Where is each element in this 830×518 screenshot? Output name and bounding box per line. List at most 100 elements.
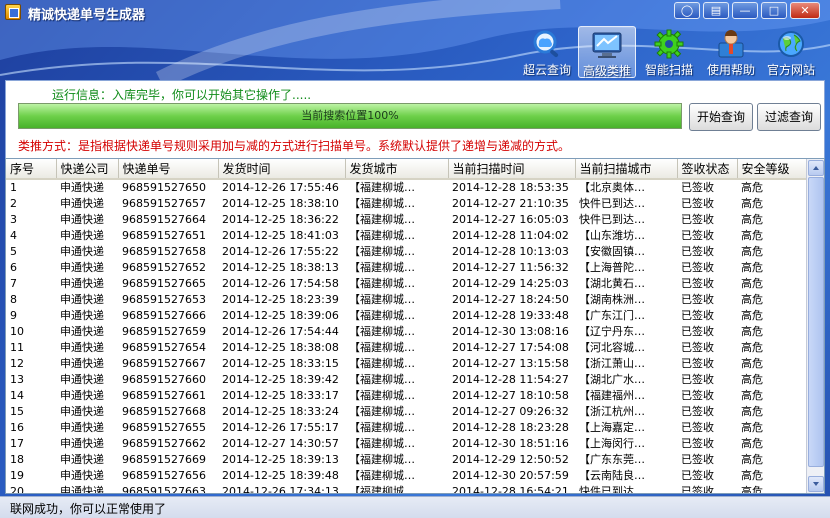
cloud-search-icon — [533, 30, 559, 58]
table-cell: 【福建柳城… — [349, 373, 415, 386]
table-cell: 申通快递 — [60, 437, 104, 450]
table-row[interactable]: 16 申通快递 968591527655 2014-12-26 17:55:17 【福建… — [6, 420, 806, 436]
table-cell: 2014-12-28 11:54:27 — [452, 373, 569, 386]
table-cell: 968591527665 — [122, 277, 206, 290]
table-cell: 2014-12-30 20:57:59 — [452, 469, 569, 482]
table-cell: 14 — [10, 389, 24, 402]
table-row[interactable]: 12 申通快递 968591527667 2014-12-25 18:33:15 【福建… — [6, 356, 806, 372]
toolbar-help[interactable]: 使用帮助 — [702, 26, 760, 78]
table-row[interactable]: 10 申通快递 968591527659 2014-12-26 17:54:44 【福建… — [6, 324, 806, 340]
column-header[interactable]: 安全等级 — [737, 159, 807, 180]
table-row[interactable]: 2 申通快递 968591527657 2014-12-25 18:38:10 【福建柳… — [6, 196, 806, 212]
table-cell: 2014-12-27 11:56:32 — [452, 261, 569, 274]
table-cell: 申通快递 — [60, 341, 104, 354]
table-row[interactable]: 20 申通快递 968591527663 2014-12-26 17:34:13 【福建… — [6, 484, 806, 494]
table-cell: 申通快递 — [60, 229, 104, 242]
table-cell: 申通快递 — [60, 277, 104, 290]
table-cell: 【福建柳城… — [349, 309, 415, 322]
table-row[interactable]: 4 申通快递 968591527651 2014-12-25 18:41:03 【福建柳… — [6, 228, 806, 244]
column-header[interactable]: 快递单号 — [118, 159, 219, 180]
table-cell: 968591527650 — [122, 181, 206, 194]
table-cell: 申通快递 — [60, 389, 104, 402]
table-row[interactable]: 3 申通快递 968591527664 2014-12-25 18:36:22 【福建柳… — [6, 212, 806, 228]
table-cell: 【福建柳城… — [349, 469, 415, 482]
vertical-scrollbar[interactable] — [806, 159, 824, 493]
table-cell: 968591527659 — [122, 325, 206, 338]
column-header[interactable]: 序号 — [6, 159, 57, 180]
column-header[interactable]: 当前扫描城市 — [575, 159, 678, 180]
table-cell: 【北京奥体… — [579, 181, 645, 194]
table-cell: 8 — [10, 293, 17, 306]
table-cell: 申通快递 — [60, 325, 104, 338]
toolbar-smart-scan[interactable]: 智能扫描 — [640, 26, 698, 78]
table-row[interactable]: 6 申通快递 968591527652 2014-12-25 18:38:13 【福建柳… — [6, 260, 806, 276]
toolbar-cloud-search[interactable]: 超云查询 — [518, 26, 576, 78]
table-cell: 4 — [10, 229, 17, 242]
close-button[interactable]: ✕ — [790, 2, 820, 19]
table-row[interactable]: 7 申通快递 968591527665 2014-12-26 17:54:58 【福建柳… — [6, 276, 806, 292]
table-cell: 高危 — [741, 485, 763, 494]
scroll-down-button[interactable] — [808, 476, 824, 492]
table-cell: 已签收 — [681, 437, 714, 450]
table-cell: 高危 — [741, 325, 763, 338]
table-cell: 已签收 — [681, 469, 714, 482]
table-cell: 已签收 — [681, 277, 714, 290]
scrollbar-thumb[interactable] — [808, 177, 824, 467]
table-row[interactable]: 1 申通快递 968591527650 2014-12-26 17:55:46 【福建柳… — [6, 179, 806, 196]
table-cell: 2014-12-27 09:26:32 — [452, 405, 569, 418]
maximize-button[interactable]: □ — [761, 2, 787, 19]
table-cell: 968591527663 — [122, 485, 206, 494]
column-header[interactable]: 当前扫描时间 — [448, 159, 576, 180]
table-row[interactable]: 11 申通快递 968591527654 2014-12-25 18:38:08 【福建… — [6, 340, 806, 356]
table-cell: 已签收 — [681, 421, 714, 434]
start-query-button[interactable]: 开始查询 — [689, 103, 753, 131]
toolbar-label: 超云查询 — [522, 63, 571, 77]
filter-query-button[interactable]: 过滤查询 — [757, 103, 821, 131]
table-cell: 高危 — [741, 405, 763, 418]
progress-text: 当前搜索位置100% — [301, 109, 399, 122]
column-header[interactable]: 发货时间 — [218, 159, 346, 180]
column-header[interactable]: 发货城市 — [345, 159, 449, 180]
table-cell: 高危 — [741, 261, 763, 274]
table-row[interactable]: 14 申通快递 968591527661 2014-12-25 18:33:17 【福建… — [6, 388, 806, 404]
menu-button[interactable]: ▤ — [703, 2, 729, 19]
column-header[interactable]: 快递公司 — [56, 159, 119, 180]
table-row[interactable]: 8 申通快递 968591527653 2014-12-25 18:23:39 【福建柳… — [6, 292, 806, 308]
table-cell: 2014-12-27 18:24:50 — [452, 293, 569, 306]
table-cell: 968591527656 — [122, 469, 206, 482]
toolbar-label: 高级类推 — [582, 64, 631, 78]
table-row[interactable]: 17 申通快递 968591527662 2014-12-27 14:30:57 【福建… — [6, 436, 806, 452]
status-bar: 联网成功，你可以正常使用了 — [0, 496, 830, 518]
minimize-button[interactable]: — — [732, 2, 758, 19]
column-header[interactable]: 签收状态 — [677, 159, 738, 180]
scroll-up-button[interactable] — [808, 160, 824, 176]
table-cell: 968591527661 — [122, 389, 206, 402]
table-header-row: 序号 快递公司 快递单号 发货时间 发货城市 当前扫描时间 当前扫描城市 签收状态 安全等级 — [6, 159, 807, 180]
table-row[interactable]: 9 申通快递 968591527666 2014-12-25 18:39:06 【福建柳… — [6, 308, 806, 324]
table-row[interactable]: 5 申通快递 968591527658 2014-12-26 17:55:22 【福建柳… — [6, 244, 806, 260]
table-cell: 2014-12-26 17:34:13 — [222, 485, 339, 494]
table-cell: 快件已到达… — [579, 485, 645, 494]
table-cell: 11 — [10, 341, 24, 354]
table-cell: 12 — [10, 357, 24, 370]
table-cell: 2014-12-28 10:13:03 — [452, 245, 569, 258]
search-progress-bar: 当前搜索位置100% — [18, 103, 682, 129]
table-cell: 【安徽固镇… — [579, 245, 645, 258]
table-cell: 申通快递 — [60, 197, 104, 210]
table-row[interactable]: 13 申通快递 968591527660 2014-12-25 18:39:42 【福建… — [6, 372, 806, 388]
table-row[interactable]: 19 申通快递 968591527656 2014-12-25 18:39:48 【福建… — [6, 468, 806, 484]
table-row[interactable]: 15 申通快递 968591527668 2014-12-25 18:33:24 【福建… — [6, 404, 806, 420]
toolbar-official-site[interactable]: 官方网站 — [762, 26, 820, 78]
table-cell: 已签收 — [681, 357, 714, 370]
table-cell: 【辽宁丹东… — [579, 325, 645, 338]
table-row[interactable]: 18 申通快递 968591527669 2014-12-25 18:39:13 【福建… — [6, 452, 806, 468]
table-cell: 2014-12-27 21:10:35 — [452, 197, 569, 210]
table-cell: 968591527662 — [122, 437, 206, 450]
table-cell: 高危 — [741, 453, 763, 466]
skin-button[interactable]: ◯ — [674, 2, 700, 19]
table-cell: 高危 — [741, 421, 763, 434]
table-cell: 968591527664 — [122, 213, 206, 226]
table-cell: 申通快递 — [60, 421, 104, 434]
table-cell: 2014-12-28 18:23:28 — [452, 421, 569, 434]
toolbar-advanced-inference[interactable]: 高级类推 — [578, 26, 636, 78]
